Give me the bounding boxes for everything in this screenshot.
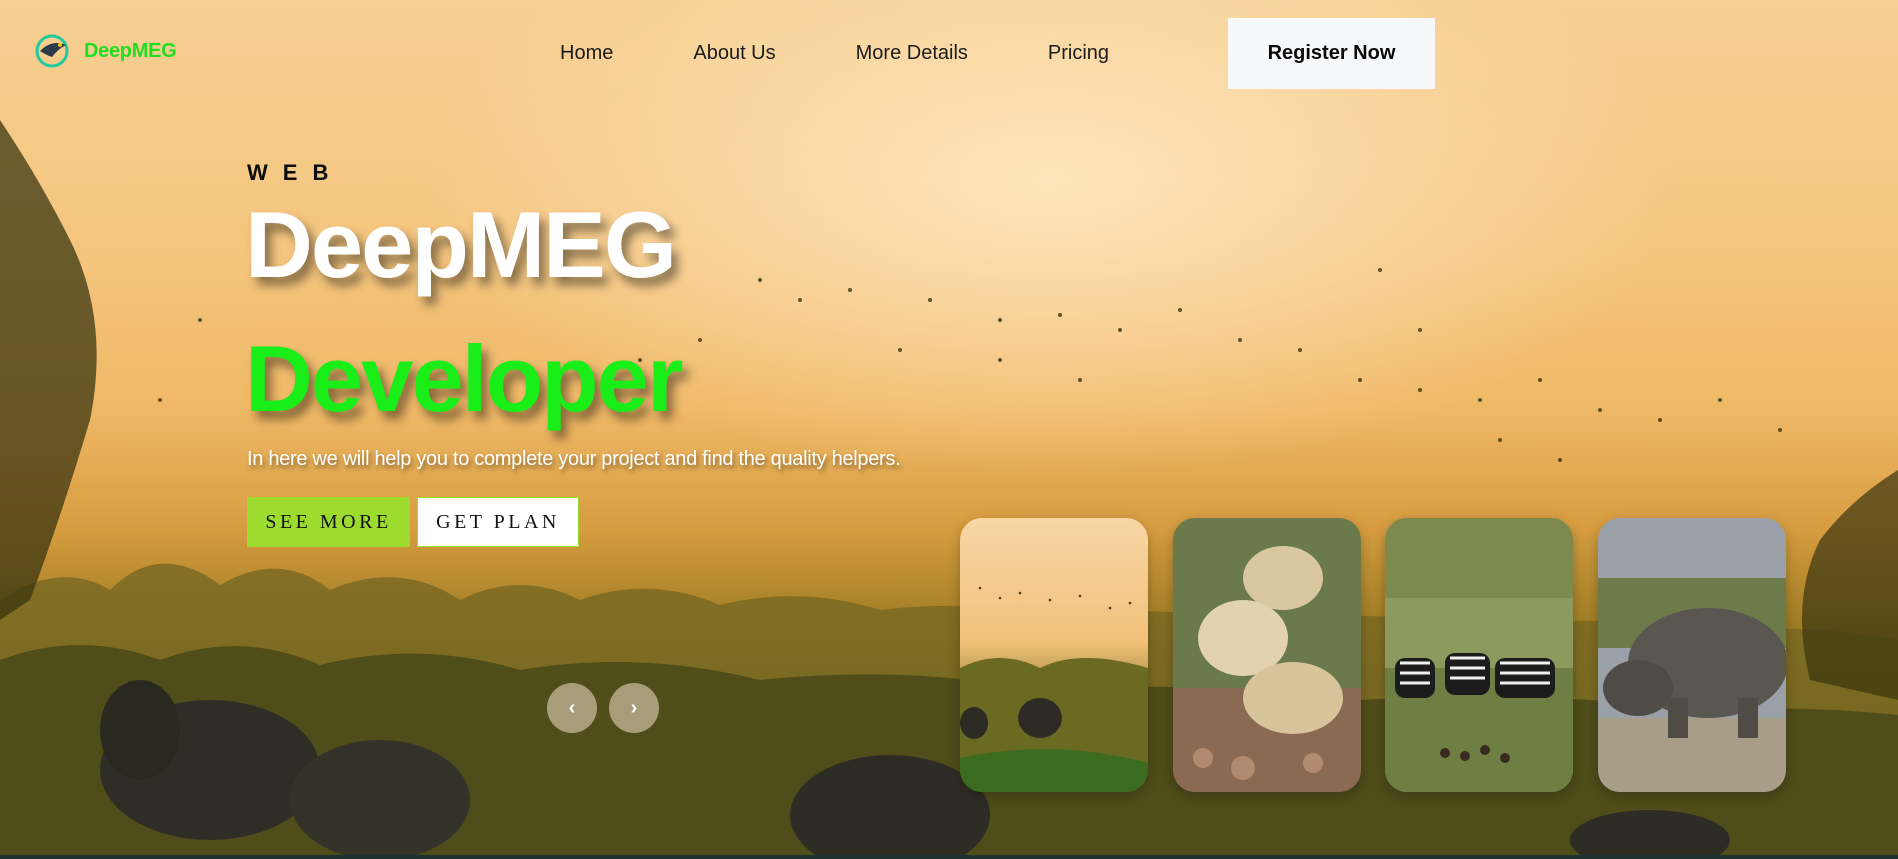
slide-card-lions[interactable] <box>1173 518 1361 792</box>
see-more-button[interactable]: SEE MORE <box>247 497 410 547</box>
slide-card-savanna[interactable] <box>960 518 1148 792</box>
chevron-right-icon: › <box>630 696 638 719</box>
main-navigation: Home About Us More Details Pricing <box>560 18 1189 88</box>
next-slide-button[interactable]: › <box>609 683 659 733</box>
nav-link-more-details[interactable]: More Details <box>856 42 968 65</box>
nav-link-pricing[interactable]: Pricing <box>1048 42 1109 65</box>
hero-headline-line2: Developer <box>245 326 684 431</box>
get-plan-button[interactable]: GET PLAN <box>417 497 579 547</box>
nav-link-about-us[interactable]: About Us <box>693 42 775 65</box>
rhinoceros-thumbnail <box>1598 518 1786 792</box>
hero-headline-line1: DeepMEG <box>245 192 677 297</box>
savanna-elephants-birds-thumbnail <box>960 518 1148 792</box>
hero-eyebrow: WEB <box>247 160 344 185</box>
slide-card-rhino[interactable] <box>1598 518 1786 792</box>
hero-tagline: In here we will help you to complete you… <box>247 448 901 470</box>
eagle-globe-logo-icon <box>35 34 69 68</box>
prev-slide-button[interactable]: ‹ <box>547 683 597 733</box>
hero-bottom-edge <box>0 855 1898 859</box>
slide-card-zebras[interactable] <box>1385 518 1573 792</box>
nav-link-home[interactable]: Home <box>560 42 613 65</box>
chevron-left-icon: ‹ <box>568 696 576 719</box>
brand-name: DeepMEG <box>84 39 177 62</box>
register-now-button[interactable]: Register Now <box>1228 18 1435 89</box>
lions-resting-thumbnail <box>1173 518 1361 792</box>
zebras-grazing-thumbnail <box>1385 518 1573 792</box>
brand-logo[interactable]: DeepMEG <box>34 33 177 69</box>
